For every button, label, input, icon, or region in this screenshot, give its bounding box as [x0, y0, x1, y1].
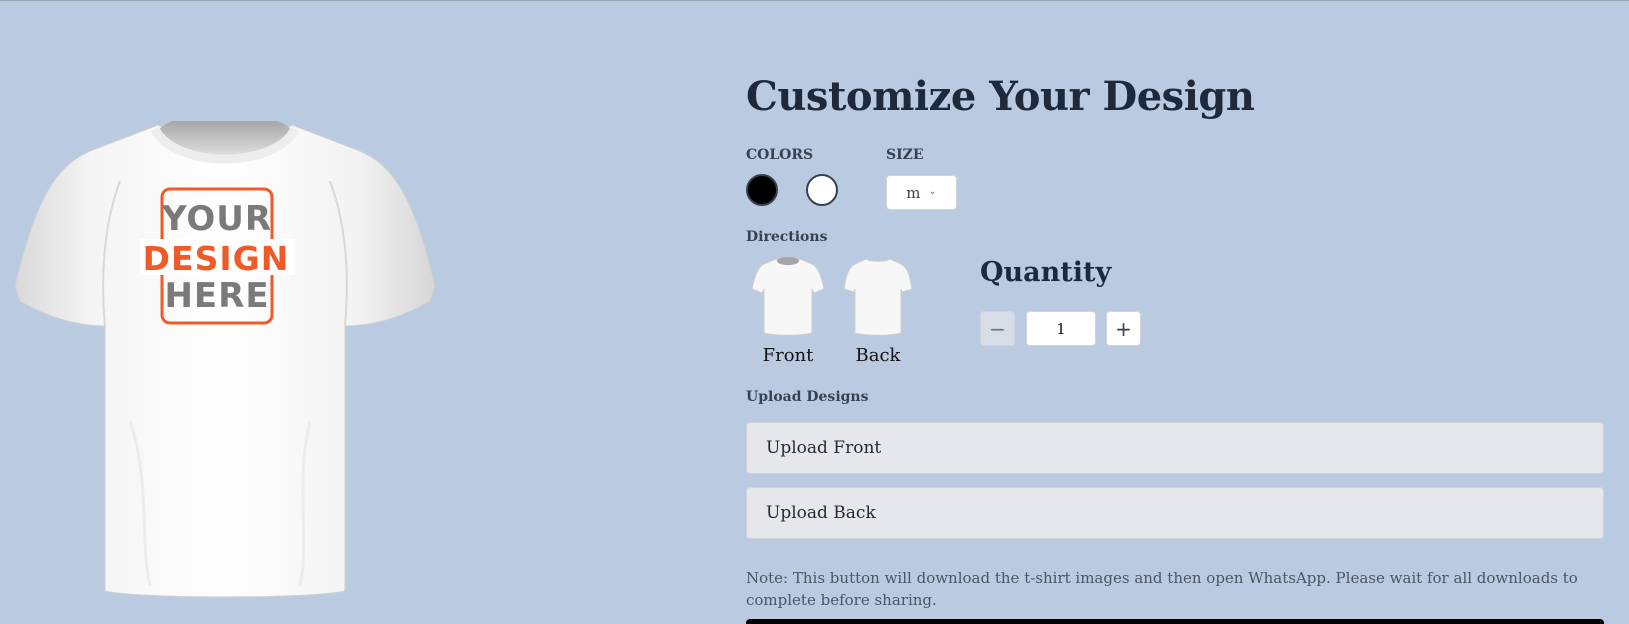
direction-back[interactable]: Back [838, 257, 918, 366]
directions-label: Directions [746, 229, 828, 245]
chevron-down-icon: ⌄ [928, 186, 937, 197]
tshirt-front-icon [752, 257, 824, 336]
quantity-label: Quantity [980, 257, 1112, 288]
size-label: SIZE [886, 147, 924, 163]
direction-front[interactable]: Front [748, 257, 828, 366]
size-select[interactable]: m ⌄ [886, 175, 957, 210]
quantity-increment-button[interactable]: + [1106, 311, 1141, 346]
print-text-design: DESIGN [142, 239, 290, 278]
quantity-decrement-button[interactable]: − [980, 311, 1015, 346]
direction-front-label: Front [762, 345, 814, 366]
minus-icon: − [989, 316, 1006, 341]
tshirt-preview: YOUR DESIGN HERE [10, 121, 440, 621]
customizer-panel: Customize Your Design COLORS SIZE m ⌄ Di… [746, 1, 1606, 624]
direction-back-label: Back [855, 345, 901, 366]
colors-label: COLORS [746, 147, 814, 163]
print-text-your: YOUR [162, 199, 273, 239]
tshirt-front-preview-icon [14, 121, 436, 598]
color-swatch-black[interactable] [746, 174, 778, 206]
size-select-value: m [906, 183, 921, 202]
color-swatch-white[interactable] [806, 174, 838, 206]
tshirt-back-icon [844, 258, 912, 336]
upload-front-button[interactable]: Upload Front [746, 422, 1604, 474]
share-whatsapp-button[interactable] [746, 619, 1604, 624]
upload-back-button[interactable]: Upload Back [746, 487, 1604, 539]
print-text-here: HERE [164, 276, 270, 316]
download-note: Note: This button will download the t-sh… [746, 569, 1578, 609]
page-title: Customize Your Design [746, 73, 1255, 120]
quantity-input[interactable] [1026, 311, 1096, 346]
plus-icon: + [1115, 316, 1132, 341]
upload-designs-label: Upload Designs [746, 389, 869, 405]
